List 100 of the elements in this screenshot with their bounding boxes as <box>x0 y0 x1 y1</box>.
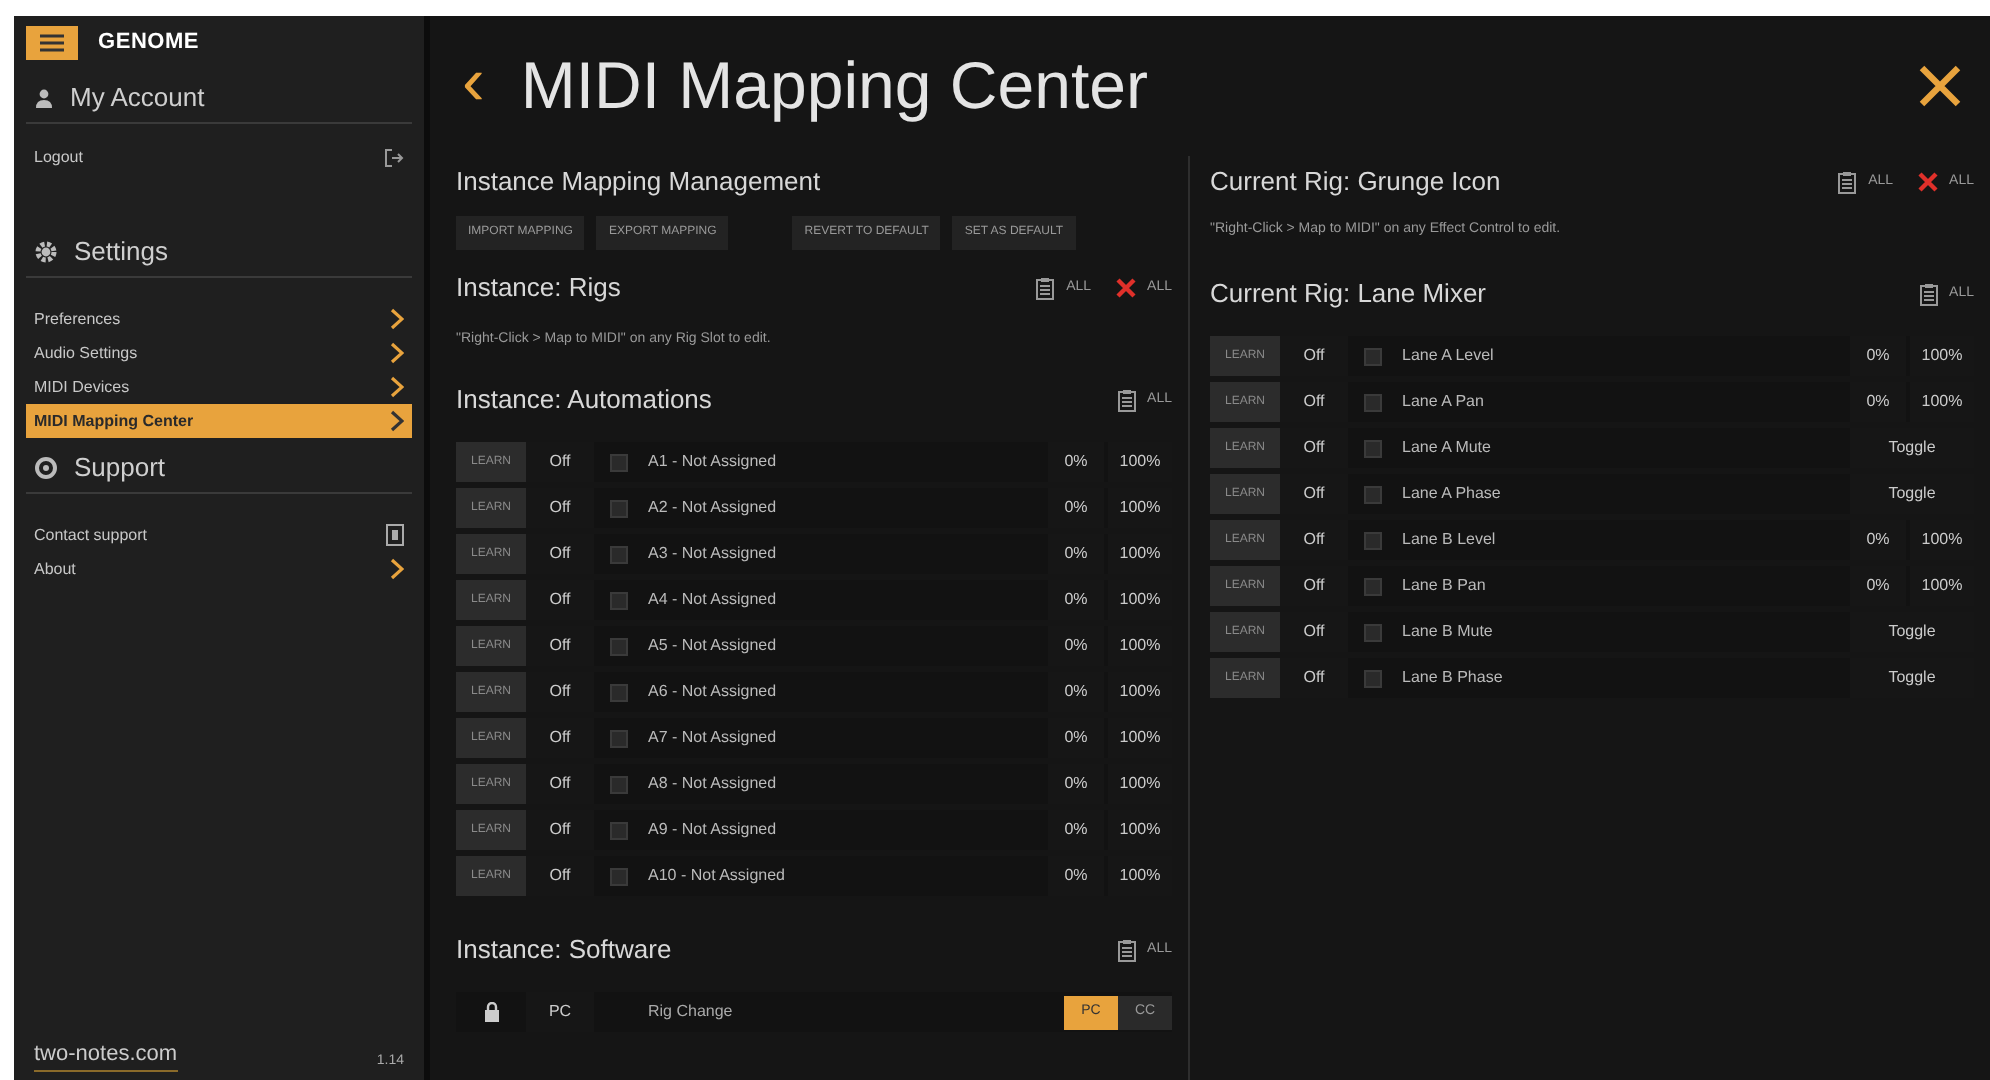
max-value: 100% <box>1108 626 1172 666</box>
parameter-name: A7 - Not Assigned <box>648 726 779 750</box>
parameter-name: A5 - Not Assigned <box>648 634 779 658</box>
min-value: 0% <box>1048 580 1104 620</box>
close-icon <box>1918 64 1962 108</box>
max-value: 100% <box>1910 336 1974 376</box>
chevron-right-icon <box>390 308 404 330</box>
sidebar-item[interactable]: MIDI Mapping Center <box>26 404 412 438</box>
lock-icon <box>483 1002 499 1022</box>
parameter-name: A4 - Not Assigned <box>648 588 779 612</box>
min-value: 0% <box>1048 626 1104 666</box>
section-title: Instance: Rigs <box>456 270 621 307</box>
checkbox[interactable] <box>610 867 628 885</box>
max-value: 100% <box>1910 566 1974 606</box>
checkbox[interactable] <box>610 591 628 609</box>
sidebar-item[interactable]: Contact support <box>26 518 412 552</box>
menu-icon <box>40 33 64 51</box>
menu-button[interactable] <box>26 25 78 59</box>
checkbox[interactable] <box>1364 531 1382 549</box>
parameter-name: A8 - Not Assigned <box>648 772 779 796</box>
chevron-right-icon <box>390 342 404 364</box>
max-value: 100% <box>1108 534 1172 574</box>
logout-icon <box>384 147 404 167</box>
max-value: 100% <box>1910 520 1974 560</box>
checkbox[interactable] <box>610 683 628 701</box>
close-icon <box>1115 278 1136 298</box>
parameter-name: A9 - Not Assigned <box>648 818 779 842</box>
section-heading: Settings <box>74 233 168 270</box>
close-button[interactable] <box>1914 60 1966 112</box>
checkbox[interactable] <box>1364 439 1382 457</box>
section-title: Instance: Automations <box>456 382 712 419</box>
sidebar-item[interactable]: About <box>26 552 412 586</box>
checkbox[interactable] <box>1364 393 1382 411</box>
mode-value: Toggle <box>1850 474 1974 514</box>
max-value: 100% <box>1108 856 1172 896</box>
max-value: 100% <box>1108 580 1172 620</box>
max-value: 100% <box>1108 442 1172 482</box>
website-link[interactable]: two-notes.com <box>34 1037 178 1072</box>
min-value: 0% <box>1048 810 1104 850</box>
document-icon <box>386 524 404 546</box>
clipboard-icon <box>1838 171 1857 193</box>
brand-logo: GENOME <box>98 27 200 58</box>
clipboard-icon <box>1117 939 1136 961</box>
section-title: Current Rig: Grunge Icon <box>1210 164 1501 201</box>
checkbox[interactable] <box>1364 485 1382 503</box>
checkbox[interactable] <box>1364 623 1382 641</box>
checkbox[interactable] <box>1364 347 1382 365</box>
cc-value: Off <box>526 672 594 712</box>
sidebar-item[interactable]: MIDI Devices <box>26 370 412 404</box>
lifebuoy-icon <box>34 455 58 479</box>
page-title: MIDI Mapping Center <box>520 46 1148 127</box>
checkbox[interactable] <box>610 545 628 563</box>
parameter-name: Lane B Mute <box>1402 620 1495 644</box>
close-icon <box>1917 172 1938 192</box>
checkbox[interactable] <box>610 637 628 655</box>
max-value: 100% <box>1108 718 1172 758</box>
checkbox[interactable] <box>610 729 628 747</box>
checkbox[interactable] <box>610 775 628 793</box>
cc-value: Off <box>1280 382 1348 422</box>
max-value: 100% <box>1910 382 1974 422</box>
mode-value: Toggle <box>1850 612 1974 652</box>
cc-value: Off <box>526 810 594 850</box>
gear-icon <box>34 239 58 263</box>
checkbox[interactable] <box>610 821 628 839</box>
max-value: 100% <box>1108 764 1172 804</box>
parameter-name: Lane B Phase <box>1402 666 1505 690</box>
min-value: 0% <box>1850 382 1906 422</box>
max-value: 100% <box>1108 672 1172 712</box>
cc-value: Off <box>526 488 594 528</box>
checkbox[interactable] <box>1364 577 1382 595</box>
checkbox[interactable] <box>610 499 628 517</box>
min-value: 0% <box>1850 566 1906 606</box>
section-title: Instance Mapping Management <box>456 164 821 201</box>
clipboard-icon <box>1117 389 1136 411</box>
message-type: PC <box>526 992 594 1032</box>
cc-value: Off <box>526 626 594 666</box>
back-button[interactable]: ‹ <box>462 48 485 124</box>
min-value: 0% <box>1048 764 1104 804</box>
cc-value: Off <box>526 718 594 758</box>
min-value: 0% <box>1048 672 1104 712</box>
checkbox[interactable] <box>1364 669 1382 687</box>
cc-value: Off <box>1280 566 1348 606</box>
sidebar-item[interactable]: Logout <box>26 140 412 174</box>
cc-value: Off <box>526 764 594 804</box>
max-value: 100% <box>1108 810 1172 850</box>
parameter-name: Lane A Level <box>1402 344 1496 368</box>
sidebar-item[interactable]: Audio Settings <box>26 336 412 370</box>
section-title: Current Rig: Lane Mixer <box>1210 276 1486 313</box>
cc-value: Off <box>1280 658 1348 698</box>
cc-value: Off <box>1280 612 1348 652</box>
min-value: 0% <box>1048 488 1104 528</box>
sidebar-item[interactable]: Preferences <box>26 302 412 336</box>
chevron-right-icon <box>390 558 404 580</box>
clipboard-icon <box>1919 283 1938 305</box>
cc-value: Off <box>1280 336 1348 376</box>
checkbox[interactable] <box>610 453 628 471</box>
section-heading: My Account <box>70 79 205 116</box>
parameter-name: Lane B Level <box>1402 528 1498 552</box>
parameter-name: Rig Change <box>648 1000 735 1024</box>
section-heading: Support <box>74 449 166 486</box>
